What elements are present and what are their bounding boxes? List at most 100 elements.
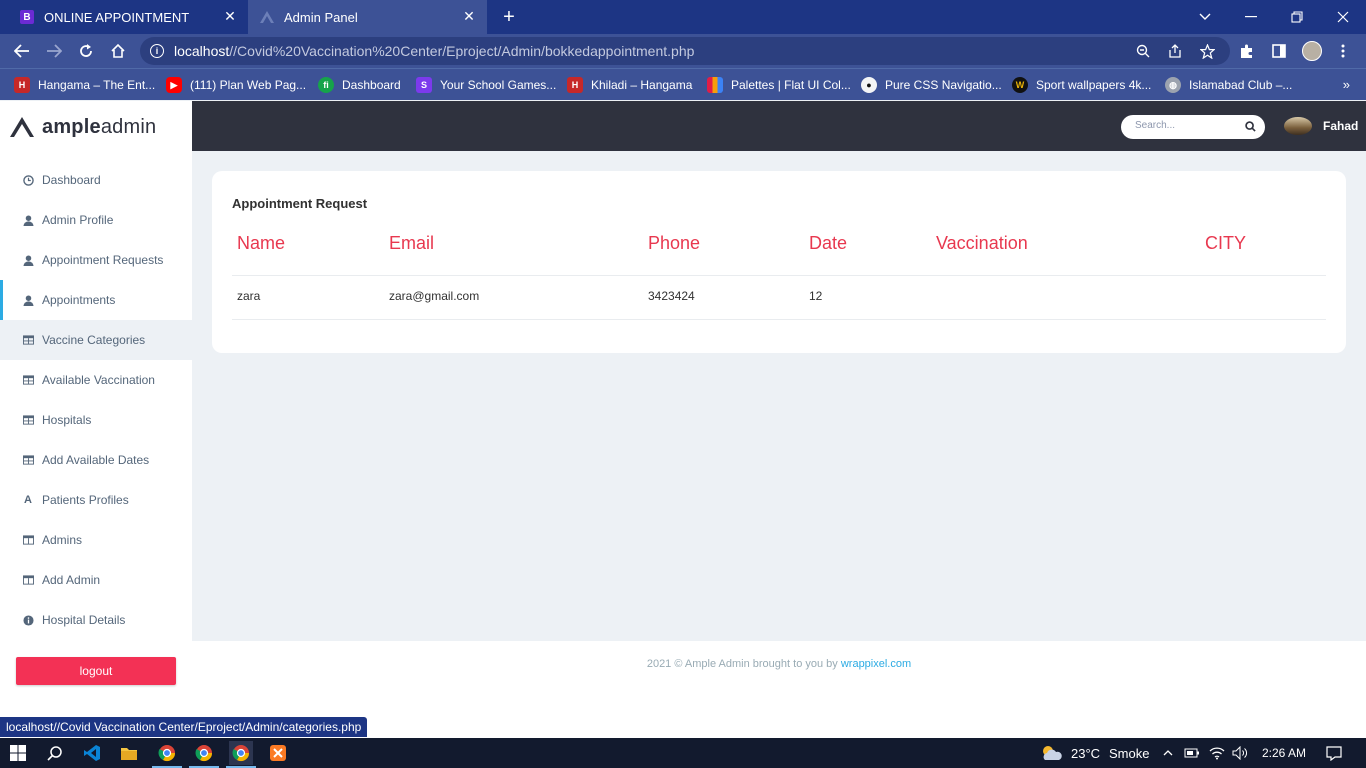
sidebar-item-dashboard[interactable]: Dashboard <box>0 160 192 200</box>
chrome-icon[interactable] <box>229 741 253 765</box>
logo[interactable]: ampleadmin <box>10 115 156 139</box>
chrome-icon[interactable] <box>155 741 179 765</box>
footer-text: 2021 © Ample Admin brought to you by wra… <box>646 658 912 670</box>
sidebar-item-vaccine-categories[interactable]: Vaccine Categories <box>0 320 192 360</box>
sidebar-item-hospital-details[interactable]: Hospital Details <box>0 600 192 640</box>
minimize-icon[interactable] <box>1228 0 1274 34</box>
browser-tab-online-appointment[interactable]: B ONLINE APPOINTMENT ✕ <box>0 0 248 34</box>
avatar[interactable] <box>1284 117 1312 135</box>
footer: 2021 © Ample Admin brought to you by wra… <box>192 641 1366 738</box>
chrome-icon[interactable] <box>192 741 216 765</box>
user-icon <box>22 214 34 226</box>
wallpaper-icon: W <box>1012 77 1028 93</box>
font-icon: A <box>24 494 32 506</box>
bookmark-youtube-plan[interactable]: ▶ (111) Plan Web Pag... <box>166 75 306 95</box>
sidebar-item-label: Patients Profiles <box>42 493 129 507</box>
more-bookmarks-chevron-icon[interactable]: » <box>1343 77 1350 92</box>
bookmark-palettes[interactable]: Palettes | Flat UI Col... <box>707 75 851 95</box>
site-info-icon[interactable]: i <box>150 44 164 58</box>
battery-icon[interactable] <box>1180 741 1204 765</box>
hangama-icon: H <box>14 77 30 93</box>
sidebar-item-admins[interactable]: Admins <box>0 520 192 560</box>
search-icon[interactable] <box>43 741 67 765</box>
browser-menu-icon[interactable] <box>1334 42 1352 60</box>
close-tab-icon[interactable]: ✕ <box>222 8 238 24</box>
sidebar-item-appointments[interactable]: Appointments <box>0 280 192 320</box>
sidebar-item-label: Appointment Requests <box>42 253 164 267</box>
extensions-puzzle-icon[interactable] <box>1238 42 1256 60</box>
weather-cloud-icon[interactable] <box>1038 741 1064 765</box>
search-input[interactable] <box>1135 120 1235 131</box>
restore-icon[interactable] <box>1274 0 1320 34</box>
sidebar-item-label: Admin Profile <box>42 213 114 227</box>
sidebar-item-add-admin[interactable]: Add Admin <box>0 560 192 600</box>
column-header-city: CITY <box>1205 233 1247 253</box>
sidebar-item-add-available-dates[interactable]: Add Available Dates <box>0 440 192 480</box>
logout-button[interactable]: logout <box>16 657 176 685</box>
xampp-icon[interactable] <box>266 741 290 765</box>
sidebar-item-label: Available Vaccination <box>42 373 155 387</box>
browser-profile-avatar[interactable] <box>1302 41 1322 61</box>
address-bar[interactable]: i localhost//Covid%20Vaccination%20Cente… <box>140 37 1230 65</box>
youtube-icon: ▶ <box>166 77 182 93</box>
bookmark-label: Palettes | Flat UI Col... <box>731 78 851 92</box>
url-text: localhost//Covid%20Vaccination%20Center/… <box>174 43 695 59</box>
bookmark-star-icon[interactable] <box>1198 42 1216 60</box>
user-name[interactable]: Fahad <box>1323 119 1358 133</box>
columns-icon <box>22 574 34 586</box>
sidebar-item-label: Appointments <box>42 293 116 307</box>
side-panel-icon[interactable] <box>1270 42 1288 60</box>
volume-icon[interactable] <box>1228 741 1252 765</box>
close-tab-icon[interactable]: ✕ <box>461 8 477 24</box>
chevron-up-icon[interactable] <box>1156 741 1180 765</box>
windows-start-icon[interactable] <box>6 741 30 765</box>
sidebar-item-label: Hospital Details <box>42 613 126 627</box>
clock-icon <box>22 174 34 186</box>
ample-logo-icon <box>10 117 34 137</box>
back-arrow-icon[interactable] <box>11 40 33 62</box>
footer-link[interactable]: wrappixel.com <box>841 658 911 670</box>
hangama-icon: H <box>567 77 583 93</box>
close-window-icon[interactable] <box>1320 0 1366 34</box>
sidebar-item-admin-profile[interactable]: Admin Profile <box>0 200 192 240</box>
bookmark-sport-wallpapers[interactable]: W Sport wallpapers 4k... <box>1012 75 1151 95</box>
file-explorer-icon[interactable] <box>117 741 141 765</box>
system-clock[interactable]: 2:26 AM <box>1262 746 1306 760</box>
bookmark-hangama[interactable]: H Hangama – The Ent... <box>14 75 155 95</box>
admin-page: ampleadmin Dashboard Admin Profile Appoi… <box>0 101 1366 738</box>
school-games-icon: S <box>416 77 432 93</box>
reload-icon[interactable] <box>75 40 97 62</box>
bookmark-khiladi[interactable]: H Khiladi – Hangama <box>567 75 692 95</box>
new-tab-plus-icon[interactable]: + <box>498 6 520 28</box>
share-icon[interactable] <box>1166 42 1184 60</box>
palette-icon <box>707 77 723 93</box>
home-icon[interactable] <box>107 40 129 62</box>
vscode-icon[interactable] <box>80 741 104 765</box>
topbar: Fahad <box>192 101 1366 151</box>
zoom-icon[interactable] <box>1134 42 1152 60</box>
forward-arrow-icon[interactable] <box>43 40 65 62</box>
weather-temperature[interactable]: 23°C <box>1071 746 1100 761</box>
cell-email: zara@gmail.com <box>389 289 480 303</box>
sidebar-item-hospitals[interactable]: Hospitals <box>0 400 192 440</box>
browser-toolbar: i localhost//Covid%20Vaccination%20Cente… <box>0 34 1366 68</box>
bookmark-label: Pure CSS Navigatio... <box>885 78 1002 92</box>
bookmark-pure-css[interactable]: ● Pure CSS Navigatio... <box>861 75 1002 95</box>
fi-icon: fi <box>318 77 334 93</box>
wifi-icon[interactable] <box>1205 741 1229 765</box>
weather-condition[interactable]: Smoke <box>1109 746 1149 761</box>
user-icon <box>22 254 34 266</box>
columns-icon <box>22 534 34 546</box>
notifications-icon[interactable] <box>1322 741 1346 765</box>
bookmark-islamabad-club[interactable]: ◍ Islamabad Club –... <box>1165 75 1292 95</box>
bookmark-school-games[interactable]: S Your School Games... <box>416 75 556 95</box>
row-divider <box>232 319 1326 320</box>
browser-tab-admin-panel[interactable]: Admin Panel ✕ <box>248 0 487 34</box>
search-icon[interactable] <box>1243 119 1257 133</box>
sidebar-item-patients-profiles[interactable]: A Patients Profiles <box>0 480 192 520</box>
bookmark-dashboard[interactable]: fi Dashboard <box>318 75 401 95</box>
sidebar-item-available-vaccination[interactable]: Available Vaccination <box>0 360 192 400</box>
card-title: Appointment Request <box>232 196 368 211</box>
sidebar-item-appointment-requests[interactable]: Appointment Requests <box>0 240 192 280</box>
tab-search-chevron-icon[interactable] <box>1182 0 1228 34</box>
